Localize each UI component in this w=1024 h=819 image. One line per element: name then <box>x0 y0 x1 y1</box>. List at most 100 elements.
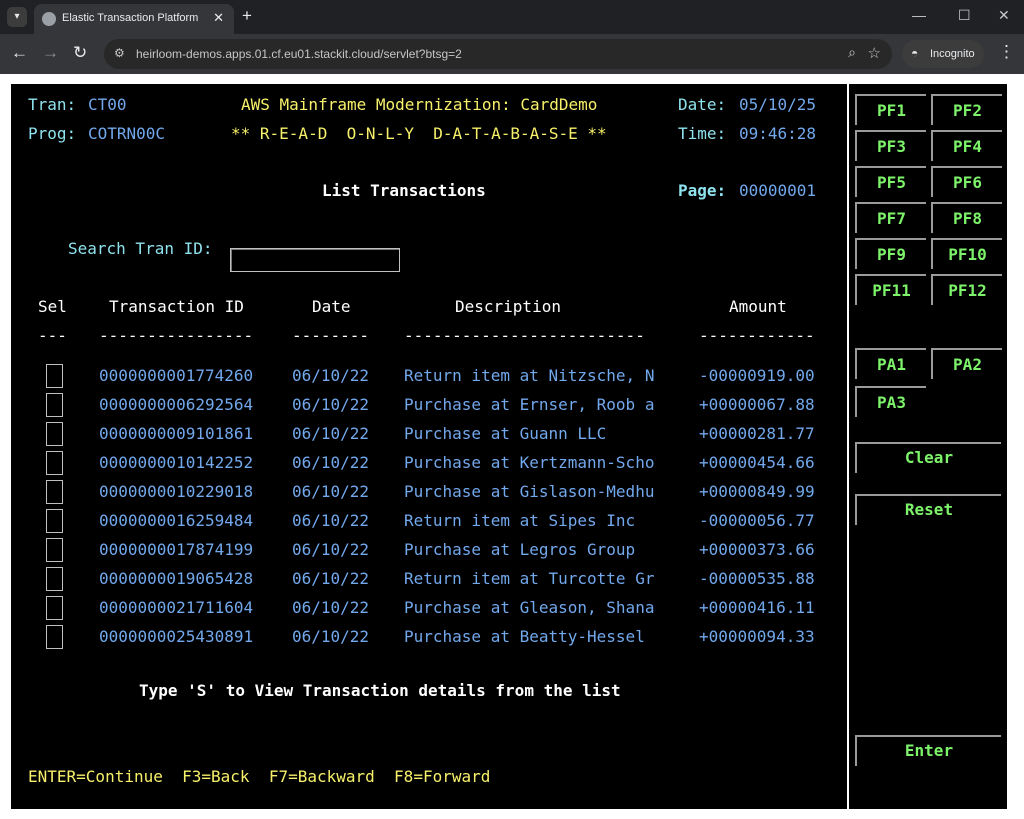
row-date: 06/10/22 <box>292 569 370 588</box>
column-rule-transaction-id: ---------------- <box>99 326 254 345</box>
row-date: 06/10/22 <box>292 540 370 559</box>
new-tab-plus-icon[interactable]: + <box>242 6 252 26</box>
zoom-icon[interactable]: ⌕ <box>848 44 856 61</box>
clear-button[interactable]: Clear <box>855 442 1001 473</box>
enter-button[interactable]: Enter <box>855 735 1001 766</box>
reload-icon[interactable]: ↻ <box>73 43 87 63</box>
row-amount: -00000535.88 <box>699 569 815 588</box>
window-close-icon[interactable]: ✕ <box>998 7 1010 24</box>
pf1-button[interactable]: PF1 <box>855 94 926 125</box>
page-title: List Transactions <box>322 181 486 200</box>
page-number: 00000001 <box>739 181 817 200</box>
row-transaction-id: 0000000025430891 <box>99 627 254 646</box>
row-date: 06/10/22 <box>292 627 370 646</box>
tab-close-icon[interactable]: ✕ <box>213 10 224 26</box>
tab-search-chevron-icon[interactable]: ▾ <box>7 7 27 27</box>
row-transaction-id: 0000000021711604 <box>99 598 254 617</box>
table-row: 0000000010229018 06/10/22 Purchase at Gi… <box>11 480 847 509</box>
page-label: Page: <box>678 181 727 200</box>
browser-toolbar: ← → ↻ ⚙ heirloom-demos.apps.01.cf.eu01.s… <box>0 34 1024 74</box>
pf10-button[interactable]: PF10 <box>931 238 1002 269</box>
pf5-button[interactable]: PF5 <box>855 166 926 197</box>
row-transaction-id: 0000000006292564 <box>99 395 254 414</box>
minimize-icon[interactable]: — <box>912 7 926 23</box>
row-amount: +00000416.11 <box>699 598 815 617</box>
pf6-button[interactable]: PF6 <box>931 166 1002 197</box>
pf7-button[interactable]: PF7 <box>855 202 926 233</box>
incognito-icon: ◓ <box>911 46 919 60</box>
row-amount: +00000849.99 <box>699 482 815 501</box>
row-description: Purchase at Ernser, Roob a <box>404 395 655 414</box>
row-transaction-id: 0000000017874199 <box>99 540 254 559</box>
url-text[interactable]: heirloom-demos.apps.01.cf.eu01.stackit.c… <box>136 47 462 61</box>
row-select-input[interactable] <box>46 538 63 562</box>
row-description: Purchase at Gislason-Medhu <box>404 482 655 501</box>
row-amount: -00000056.77 <box>699 511 815 530</box>
row-amount: -00000919.00 <box>699 366 815 385</box>
table-row: 0000000017874199 06/10/22 Purchase at Le… <box>11 538 847 567</box>
table-row: 0000000001774260 06/10/22 Return item at… <box>11 364 847 393</box>
row-transaction-id: 0000000019065428 <box>99 569 254 588</box>
pf4-button[interactable]: PF4 <box>931 130 1002 161</box>
row-date: 06/10/22 <box>292 511 370 530</box>
row-date: 06/10/22 <box>292 395 370 414</box>
pa1-button[interactable]: PA1 <box>855 348 926 379</box>
row-date: 06/10/22 <box>292 598 370 617</box>
row-description: Purchase at Kertzmann-Scho <box>404 453 655 472</box>
column-rule-amount: ------------ <box>699 326 815 345</box>
row-transaction-id: 0000000009101861 <box>99 424 254 443</box>
row-select-input[interactable] <box>46 364 63 388</box>
row-amount: +00000094.33 <box>699 627 815 646</box>
function-key-panel: PF1 PF2 PF3 PF4 PF5 PF6 PF7 PF8 PF9 PF10… <box>849 84 1007 809</box>
row-select-input[interactable] <box>46 480 63 504</box>
reset-button[interactable]: Reset <box>855 494 1001 525</box>
row-select-input[interactable] <box>46 625 63 649</box>
site-settings-icon[interactable]: ⚙ <box>114 46 125 60</box>
column-header-description: Description <box>455 297 561 316</box>
column-header-amount: Amount <box>729 297 787 316</box>
pf11-button[interactable]: PF11 <box>855 274 926 305</box>
row-description: Return item at Nitzsche, N <box>404 366 655 385</box>
column-rule-sel: --- <box>38 326 67 345</box>
function-key-legend: ENTER=Continue F3=Back F7=Backward F8=Fo… <box>28 767 491 786</box>
address-bar[interactable]: ⚙ heirloom-demos.apps.01.cf.eu01.stackit… <box>104 39 892 69</box>
row-select-input[interactable] <box>46 567 63 591</box>
instruction-text: Type 'S' to View Transaction details fro… <box>139 681 621 700</box>
time-label: Time: <box>678 124 727 143</box>
prog-value: COTRN00C <box>88 124 166 143</box>
pf3-button[interactable]: PF3 <box>855 130 926 161</box>
search-tran-id-label: Search Tran ID: <box>68 239 213 258</box>
row-select-input[interactable] <box>46 393 63 417</box>
maximize-icon[interactable]: ☐ <box>958 7 971 24</box>
browser-menu-icon[interactable]: ⋮ <box>998 42 1015 62</box>
pf8-button[interactable]: PF8 <box>931 202 1002 233</box>
row-description: Return item at Sipes Inc <box>404 511 636 530</box>
incognito-badge[interactable]: ◓ Incognito <box>902 40 984 68</box>
back-arrow-icon[interactable]: ← <box>11 43 28 63</box>
table-row: 0000000010142252 06/10/22 Purchase at Ke… <box>11 451 847 480</box>
date-label: Date: <box>678 95 727 114</box>
bookmark-star-icon[interactable]: ☆ <box>868 44 881 62</box>
pf9-button[interactable]: PF9 <box>855 238 926 269</box>
search-tran-id-input[interactable] <box>230 248 400 272</box>
row-description: Purchase at Beatty-Hessel <box>404 627 645 646</box>
column-rule-description: ------------------------- <box>404 326 645 345</box>
row-description: Purchase at Gleason, Shana <box>404 598 655 617</box>
pa2-button[interactable]: PA2 <box>931 348 1002 379</box>
table-row: 0000000009101861 06/10/22 Purchase at Gu… <box>11 422 847 451</box>
row-select-input[interactable] <box>46 422 63 446</box>
readonly-notice: ** R-E-A-D O-N-L-Y D-A-T-A-B-A-S-E ** <box>231 124 607 143</box>
pf12-button[interactable]: PF12 <box>931 274 1002 305</box>
row-select-input[interactable] <box>46 451 63 475</box>
pf2-button[interactable]: PF2 <box>931 94 1002 125</box>
forward-arrow-icon[interactable]: → <box>42 43 59 63</box>
row-select-input[interactable] <box>46 596 63 620</box>
row-description: Purchase at Guann LLC <box>404 424 607 443</box>
row-date: 06/10/22 <box>292 366 370 385</box>
pa3-button[interactable]: PA3 <box>855 386 926 417</box>
browser-tab[interactable]: Elastic Transaction Platform ✕ <box>34 4 234 34</box>
column-header-date: Date <box>312 297 351 316</box>
table-row: 0000000016259484 06/10/22 Return item at… <box>11 509 847 538</box>
row-select-input[interactable] <box>46 509 63 533</box>
prog-label: Prog: <box>28 124 77 143</box>
